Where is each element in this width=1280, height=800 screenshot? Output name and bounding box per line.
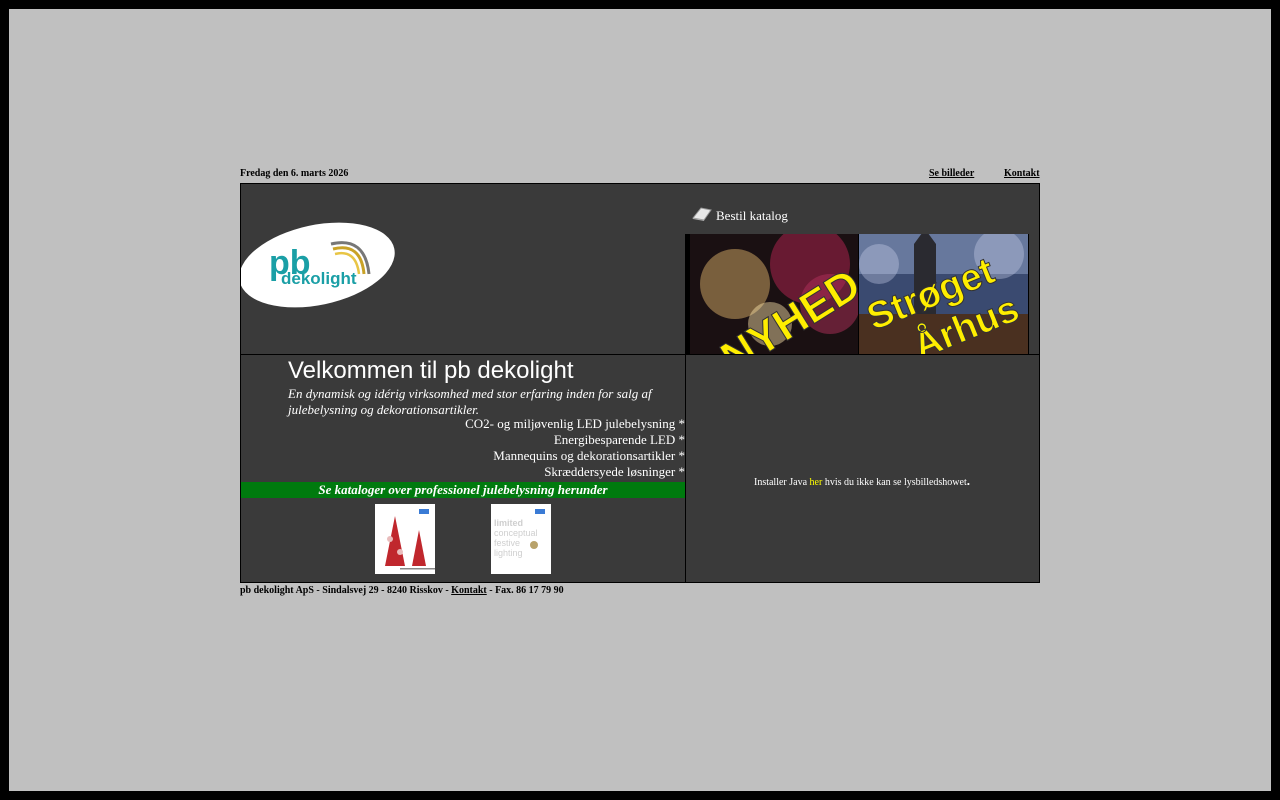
current-date: Fredag den 6. marts 2026 (240, 168, 349, 179)
stroget-aarhus-banner-image[interactable]: Strøget Århus (859, 234, 1028, 354)
main-panel: pb dekolight Bestil katalog NYHED Strøge… (240, 183, 1040, 583)
java-prefix: Installer Java (753, 477, 810, 488)
java-install-link[interactable]: her (810, 477, 823, 488)
feature-item: Mannequins og dekorationsartikler * (493, 448, 685, 463)
catalog-thumbnail-1[interactable] (375, 504, 435, 574)
feature-list: CO2- og miljøvenlig LED julebelysning * … (241, 416, 685, 480)
order-catalog-link[interactable]: Bestil katalog (691, 204, 788, 224)
catalog2-word: festive (494, 538, 520, 548)
contact-link-top[interactable]: Kontakt (1004, 168, 1040, 179)
java-dot: . (966, 473, 970, 488)
pb-dekolight-logo[interactable]: pb dekolight (241, 222, 395, 308)
feature-item: Energibesparende LED * (553, 432, 685, 447)
contact-link-footer[interactable]: Kontakt (451, 585, 487, 596)
welcome-title: Velkommen til pb dekolight (288, 357, 574, 384)
catalog-thumbnail-2[interactable]: limited conceptual festive lighting (491, 504, 551, 574)
browser-viewport: Fredag den 6. marts 2026 Se billeder Kon… (9, 9, 1271, 791)
catalog2-word: lighting (494, 548, 523, 558)
logo-dekolight-text: dekolight (281, 269, 357, 288)
feature-item: CO2- og miljøvenlig LED julebelysning * (465, 416, 685, 431)
catalog2-word: conceptual (494, 528, 538, 538)
order-catalog-label: Bestil katalog (716, 208, 788, 223)
welcome-intro: En dynamisk og idérig virksomhed med sto… (288, 386, 652, 417)
top-bar: Fredag den 6. marts 2026 Se billeder Kon… (240, 168, 1040, 182)
feature-item: Skræddersyede løsninger * (544, 464, 685, 479)
catalog-book-icon (692, 207, 712, 221)
horizontal-divider-left (241, 354, 685, 355)
catalog2-word: limited (494, 518, 523, 528)
java-suffix: hvis du ikke kan se lysbilledshowet (822, 477, 967, 488)
java-install-notice: Installer Java her hvis du ikke kan se l… (685, 473, 1039, 489)
nyhed-banner-image[interactable]: NYHED (690, 234, 858, 354)
slideshow-banner: NYHED Strøget Århus (685, 234, 1029, 354)
footer-address: pb dekolight ApS - Sindalsvej 29 - 8240 … (240, 585, 452, 596)
welcome-section: Velkommen til pb dekolight En dynamisk o… (288, 356, 685, 418)
see-pictures-link[interactable]: Se billeder (929, 168, 974, 179)
catalogs-heading-bar: Se kataloger over professionel julebelys… (241, 482, 685, 498)
footer: pb dekolight ApS - Sindalsvej 29 - 8240 … (240, 585, 1040, 596)
footer-fax: - Fax. 86 17 79 90 (486, 585, 564, 596)
horizontal-divider-right (685, 354, 1039, 355)
